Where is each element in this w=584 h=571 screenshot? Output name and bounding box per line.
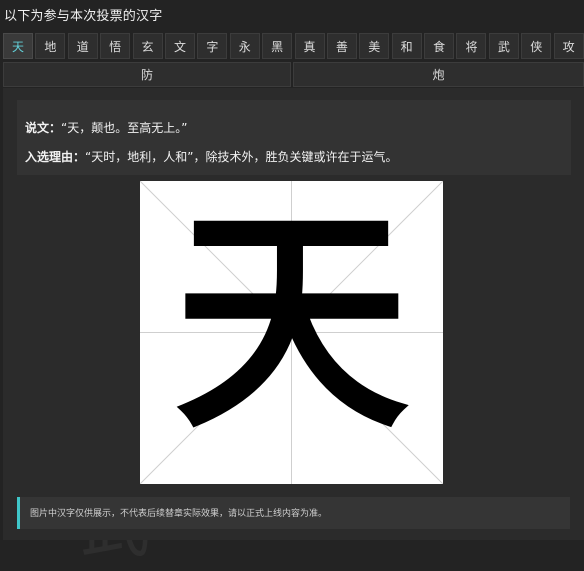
tab-character[interactable]: 武 [488, 33, 519, 59]
tab-character[interactable]: 善 [326, 33, 357, 59]
tab-character[interactable]: 攻 [553, 33, 584, 59]
tab-character[interactable]: 永 [229, 33, 260, 59]
tab-character[interactable]: 美 [359, 33, 390, 59]
tab-character[interactable]: 文 [164, 33, 195, 59]
tab-row: 天 地 道 悟 玄 文 字 永 黑 真 善 美 和 食 将 武 侠 攻 [3, 33, 584, 59]
character-detail-panel: 说文：“天，颠也。至高无上。” 入选理由：“天时，地利，人和”，除技术外，胜负关… [3, 88, 584, 540]
tab-character[interactable]: 玄 [132, 33, 163, 59]
tab-character[interactable]: 真 [294, 33, 325, 59]
character-image: 天 [140, 181, 443, 484]
tab-character[interactable]: 黑 [262, 33, 293, 59]
character-tabs: 天 地 道 悟 玄 文 字 永 黑 真 善 美 和 食 将 武 侠 攻 防 炮 [3, 33, 584, 87]
tab-character[interactable]: 悟 [100, 33, 131, 59]
shuowen-label: 说文： [25, 121, 62, 135]
tab-character[interactable]: 地 [35, 33, 66, 59]
tab-character[interactable]: 和 [391, 33, 422, 59]
page-title: 以下为参与本次投票的汉字 [4, 9, 163, 24]
shuowen-line: 说文：“天，颠也。至高无上。” [25, 119, 187, 136]
reason-line: 入选理由：“天时，地利，人和”，除技术外，胜负关键或许在于运气。 [25, 148, 397, 165]
tab-character[interactable]: 炮 [293, 62, 584, 87]
tab-character[interactable]: 字 [197, 33, 228, 59]
practice-grid: 天 [140, 181, 443, 484]
tab-character[interactable]: 侠 [521, 33, 552, 59]
tab-character[interactable]: 食 [424, 33, 455, 59]
tab-character[interactable]: 防 [3, 62, 291, 87]
tab-character[interactable]: 道 [67, 33, 98, 59]
shuowen-text: “天，颠也。至高无上。” [61, 121, 188, 135]
disclaimer-notice: 图片中汉字仅供展示，不代表后续替章实际效果，请以正式上线内容为准。 [17, 497, 570, 529]
reason-label: 入选理由： [25, 150, 86, 164]
tab-character[interactable]: 天 [3, 33, 33, 59]
tab-row: 防 炮 [3, 62, 584, 87]
notice-text: 图片中汉字仅供展示，不代表后续替章实际效果，请以正式上线内容为准。 [30, 509, 328, 519]
character-info-box: 说文：“天，颠也。至高无上。” 入选理由：“天时，地利，人和”，除技术外，胜负关… [17, 100, 571, 175]
tab-character[interactable]: 将 [456, 33, 487, 59]
glyph-character: 天 [173, 182, 409, 460]
reason-text: “天时，地利，人和”，除技术外，胜负关键或许在于运气。 [85, 150, 398, 164]
